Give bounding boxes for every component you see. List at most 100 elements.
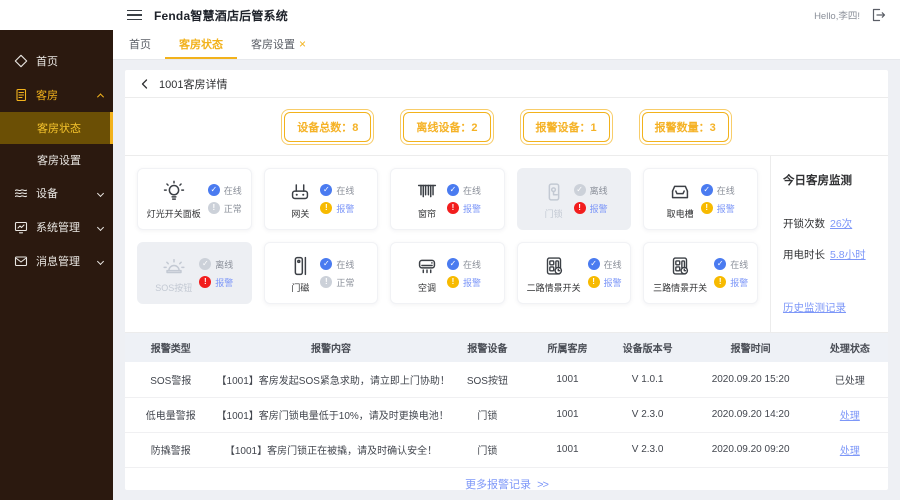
device-card-scene-switch-2[interactable]: 二路情景开关 在线 报警 [516,242,632,304]
cell-alarm-device: 门锁 [445,397,530,433]
status-label: 在线 [730,259,749,270]
sidebar-item-label: 客房 [36,90,58,102]
cell-alarm-content: 【1001】客房发起SOS紧急求助，请立即上门协助！ [216,362,446,398]
device-card-ac[interactable]: 空调 在线 报警 [390,242,505,304]
sidebar-item-home[interactable]: 首页 [0,44,113,78]
unlock-count-link[interactable]: 26次 [830,218,852,230]
device-name: 空调 [417,282,436,293]
page-title: 1001客房详情 [159,78,228,91]
sidebar-item-devices[interactable]: 设备 [0,176,113,210]
app-title: Fenda智慧酒店后管系统 [154,8,288,23]
tab-label: 客房状态 [179,38,223,51]
handle-link[interactable]: 处理 [840,446,860,457]
more-alarm-records: 更多报警记录 >> [125,468,888,491]
table-row: SOS警报 【1001】客房发起SOS紧急求助，请立即上门协助！ SOS按钮 1… [125,362,888,398]
device-card-door-magnet[interactable]: 门磁 在线 正常 [263,242,379,304]
sidebar-item-messages[interactable]: 消息管理 [0,244,113,278]
curtain-icon [414,179,440,205]
device-card-door-lock[interactable]: 门锁 离线 报警 [516,168,632,230]
alarm-status-icon [207,202,220,214]
scene-switch-icon [667,253,693,279]
device-name: 门锁 [544,208,563,219]
alarm-status-icon [446,202,459,214]
cell-alarm-content: 【1001】客房门锁电量低于10%，请及时更换电池！ [216,397,446,433]
sidebar-item-room-status[interactable]: 客房状态 [0,112,113,144]
sidebar-item-label: 客房状态 [37,123,81,135]
device-card-light-panel[interactable]: 灯光开关面板 在线 正常 [137,168,252,230]
alarm-status-icon [714,276,727,288]
cell-alarm-type: 低电量警报 [125,397,217,433]
content-area: 1001客房详情 设备总数：8 离线设备：2 报警设备：1 报警数量：3 灯光开… [113,60,900,500]
system-icon [14,220,28,234]
stat-label: 离线设备： [416,122,472,134]
tab-room-settings[interactable]: 客房设置 × [237,30,320,59]
device-card-curtain[interactable]: 窗帘 在线 报警 [390,168,505,230]
device-card-power-slot[interactable]: 取电槽 在线 报警 [643,168,758,230]
online-status-icon [320,258,333,270]
status-label: 在线 [462,185,481,196]
power-slot-icon [667,179,693,205]
device-card-gateway[interactable]: 网关 在线 报警 [263,168,379,230]
status-label: 在线 [603,259,622,270]
cell-room: 1001 [529,362,606,398]
tab-room-status[interactable]: 客房状态 [165,30,237,59]
handled-status: 已处理 [834,375,865,387]
ac-icon [414,253,440,279]
online-status-icon [320,184,333,196]
stat-value: 1 [590,122,597,134]
status-label: 报警 [336,203,355,214]
cell-alarm-device: SOS按钮 [445,362,530,398]
status-label: 报警 [716,203,735,214]
chevron-down-icon [96,257,105,265]
logout-icon[interactable] [870,7,886,23]
alarm-status-icon [573,202,586,214]
online-status-icon [207,184,220,196]
rooms-icon [14,88,28,102]
cell-room: 1001 [529,432,606,468]
device-name: 门磁 [291,282,310,293]
cell-device-version: V 2.3.0 [605,397,690,433]
user-greeting: Hello,李四! [814,11,860,22]
col-handle-status: 处理状态 [811,333,888,362]
col-room: 所属客房 [529,333,606,362]
power-duration-link[interactable]: 5.8小时 [830,249,866,261]
online-status-icon [199,258,212,270]
status-label: 在线 [462,259,481,270]
device-name: 取电槽 [666,208,694,219]
close-icon[interactable]: × [299,38,306,50]
device-card-scene-switch-3[interactable]: 三路情景开关 在线 报警 [643,242,758,304]
online-status-icon [587,258,600,270]
metric-label: 用电时长 [783,249,825,261]
cell-alarm-device: 门锁 [445,432,530,468]
cell-alarm-type: SOS警报 [125,362,217,398]
device-card-sos-button[interactable]: SOS按钮 离线 报警 [137,242,252,304]
sidebar: 首页 客房 客房状态 客房设置 设备 系统管理 消息管理 [0,30,113,500]
table-header-row: 报警类型 报警内容 报警设备 所属客房 设备版本号 报警时间 处理状态 [125,333,888,362]
metric-label: 开锁次数 [783,218,825,230]
device-name: 三路情景开关 [653,282,708,293]
more-label: 更多报警记录 [465,478,532,491]
table-row: 低电量警报 【1001】客房门锁电量低于10%，请及时更换电池！ 门锁 1001… [125,397,888,433]
sidebar-item-system[interactable]: 系统管理 [0,210,113,244]
cell-device-version: V 1.0.1 [605,362,690,398]
tab-label: 客房设置 [251,38,295,51]
door-lock-icon [541,179,567,205]
menu-toggle-icon[interactable] [127,9,142,21]
col-alarm-type: 报警类型 [125,333,217,362]
chevron-up-icon [96,92,105,100]
online-status-icon [700,184,713,196]
sidebar-item-room-settings[interactable]: 客房设置 [0,144,113,176]
tab-label: 首页 [129,38,151,51]
monitor-title: 今日客房监测 [783,175,852,187]
handle-link[interactable]: 处理 [840,411,860,422]
chevron-down-icon [96,223,105,231]
status-label: 在线 [716,185,735,196]
online-status-icon [714,258,727,270]
history-records-link[interactable]: 历史监测记录 [783,300,846,315]
alarm-status-icon [320,276,333,288]
back-icon[interactable] [139,78,151,90]
more-alarm-records-link[interactable]: 更多报警记录 >> [465,478,549,491]
tab-home[interactable]: 首页 [115,30,165,59]
sidebar-item-rooms[interactable]: 客房 [0,78,113,112]
status-label: 在线 [223,185,242,196]
